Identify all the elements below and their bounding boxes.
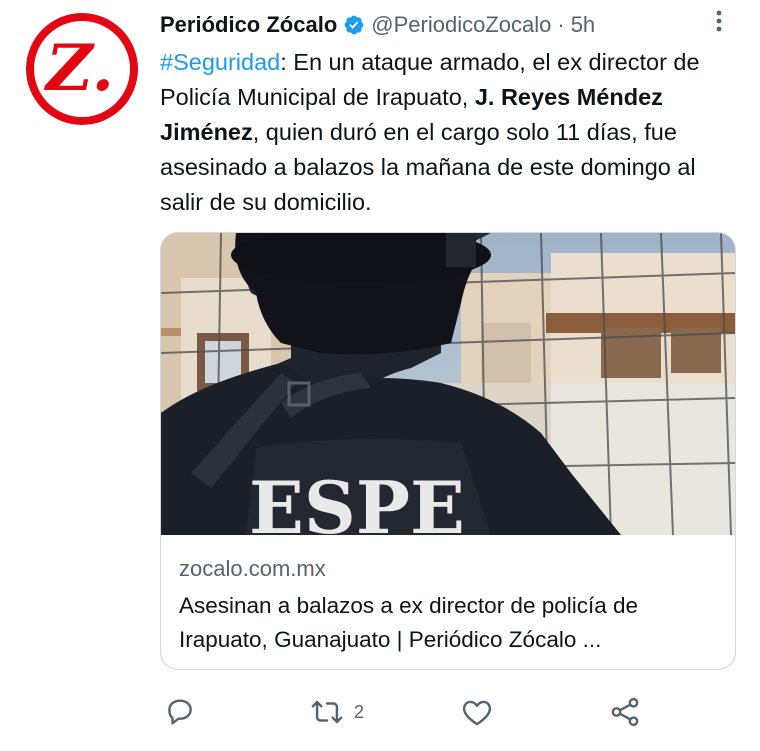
retweet-icon: [311, 700, 343, 724]
tweet-actions: 2: [160, 692, 660, 732]
card-image-vest-text: ESPE: [249, 465, 465, 535]
retweet-button[interactable]: 2: [310, 692, 364, 732]
tweet-header: Periódico Zócalo @PeriodicoZocalo · 5h: [160, 8, 595, 42]
retweet-count: 2: [354, 701, 365, 722]
tweet-body: #Seguridad: En un ataque armado, el ex d…: [160, 45, 740, 220]
avatar-logo-letter: Z.: [46, 31, 114, 106]
author-avatar[interactable]: Z.: [26, 13, 138, 125]
link-preview-card[interactable]: ESPE zocalo.com.mx Asesinan a balazos a …: [160, 232, 736, 670]
author-handle[interactable]: @PeriodicoZocalo: [371, 12, 551, 38]
card-domain: zocalo.com.mx: [179, 556, 326, 581]
share-button[interactable]: [608, 692, 642, 732]
header-separator: ·: [557, 12, 565, 37]
reply-button[interactable]: [163, 692, 197, 732]
card-meta: zocalo.com.mx Asesinan a balazos a ex di…: [179, 553, 719, 657]
reply-icon: [168, 699, 192, 725]
verified-badge-icon: [344, 15, 364, 35]
more-options-button[interactable]: [704, 6, 734, 36]
card-title: Asesinan a balazos a ex director de poli…: [179, 593, 639, 652]
heart-icon: [462, 700, 492, 726]
share-icon: [611, 697, 639, 727]
tweet-timestamp[interactable]: 5h: [571, 12, 595, 38]
hashtag-link[interactable]: #Seguridad: [160, 49, 280, 75]
author-name[interactable]: Periódico Zócalo: [160, 12, 337, 38]
more-dots-icon: [716, 10, 722, 32]
like-button[interactable]: [460, 692, 494, 732]
card-image: ESPE: [161, 233, 735, 535]
avatar-logo: Z.: [34, 21, 130, 117]
